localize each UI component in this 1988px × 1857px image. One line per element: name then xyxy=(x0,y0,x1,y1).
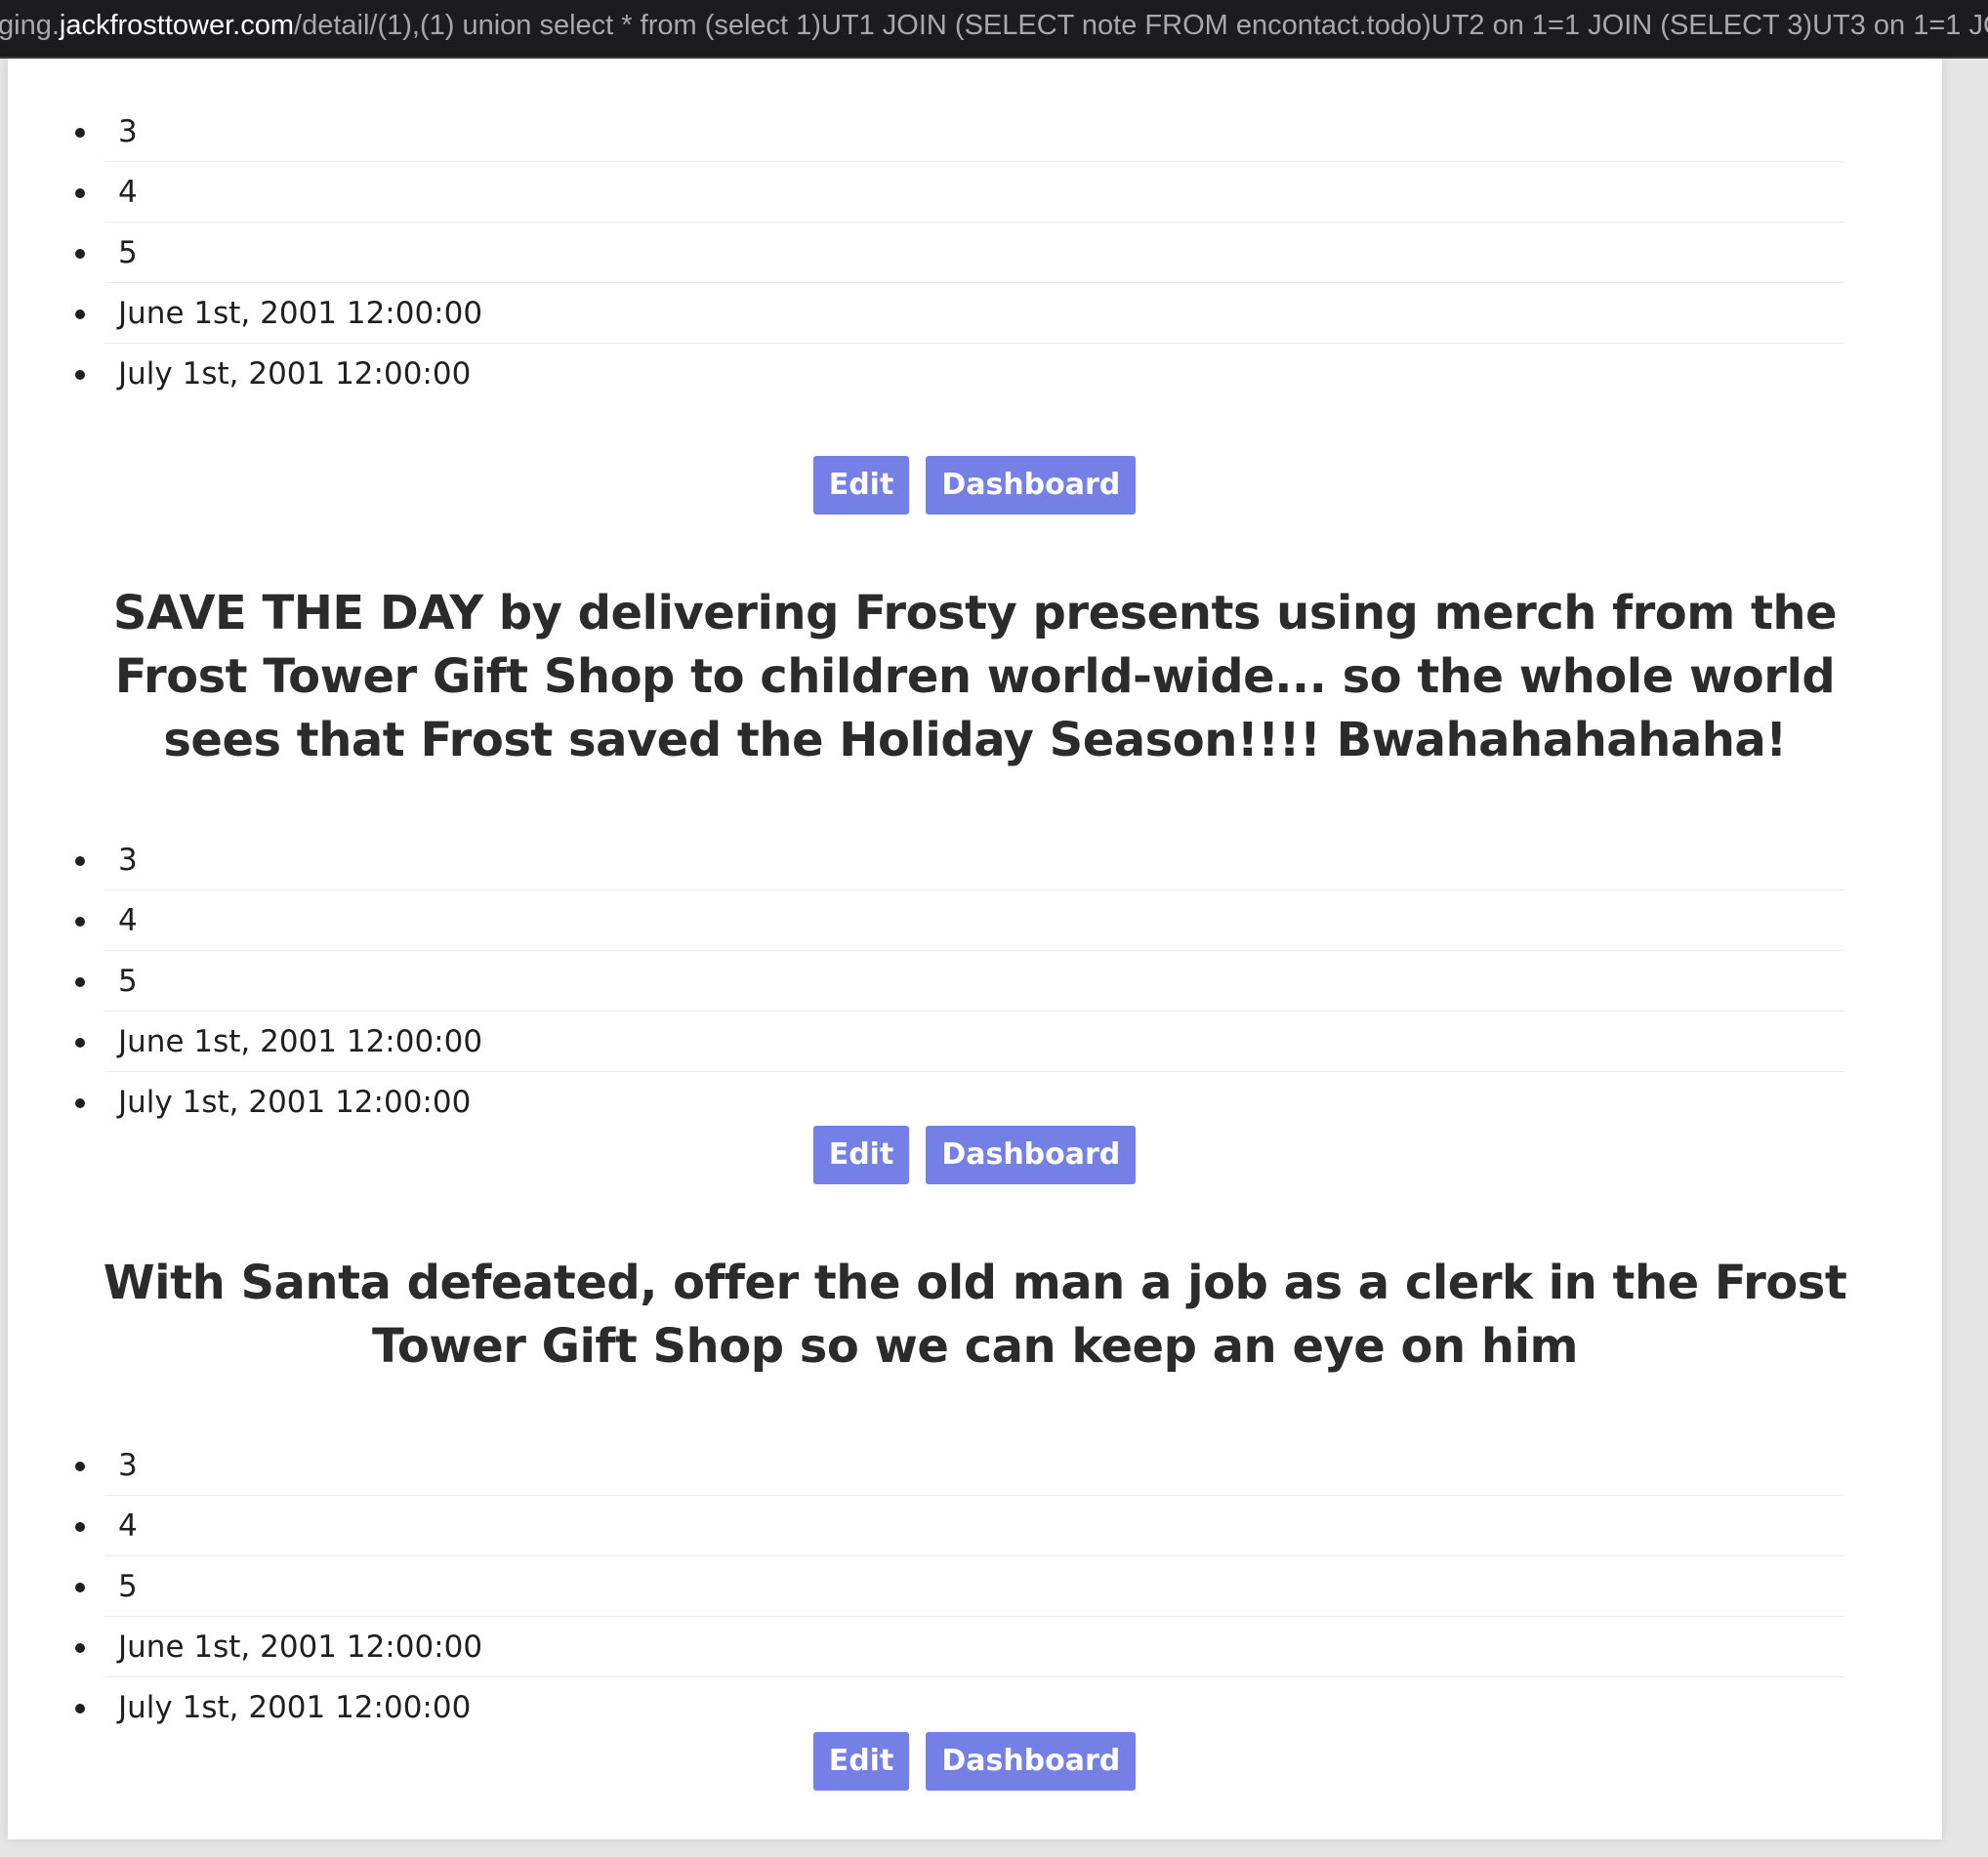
list-item: June 1st, 2001 12:00:00 xyxy=(75,1011,1844,1072)
list-item: 3 xyxy=(75,1435,1844,1496)
address-bar[interactable]: ging.jackfrosttower.com/detail/(1),(1) u… xyxy=(0,0,1988,59)
action-buttons: Edit Dashboard xyxy=(8,1126,1942,1184)
edit-button[interactable]: Edit xyxy=(812,456,910,515)
dashboard-button[interactable]: Dashboard xyxy=(926,456,1137,515)
list-item: July 1st, 2001 12:00:00 xyxy=(75,1072,1844,1133)
action-buttons: Edit Dashboard xyxy=(8,1732,1942,1791)
todo-detail-list: 3 4 5 June 1st, 2001 12:00:00 July 1st, … xyxy=(8,1435,1942,1738)
page-content: 3 4 5 June 1st, 2001 12:00:00 July 1st, … xyxy=(8,59,1942,1839)
url-prefix: ging. xyxy=(0,10,60,41)
action-buttons: Edit Dashboard xyxy=(8,456,1942,515)
list-item: 5 xyxy=(75,951,1844,1011)
url-text[interactable]: ging.jackfrosttower.com/detail/(1),(1) u… xyxy=(0,8,1988,43)
list-item: 5 xyxy=(75,223,1844,283)
list-item: June 1st, 2001 12:00:00 xyxy=(75,283,1844,344)
list-item: 4 xyxy=(75,890,1844,951)
list-item: July 1st, 2001 12:00:00 xyxy=(75,1677,1844,1738)
list-item: 4 xyxy=(75,1496,1844,1556)
todo-heading: With Santa defeated, offer the old man a… xyxy=(103,1256,1847,1374)
url-host: jackfrosttower.com xyxy=(59,10,295,41)
list-item: July 1st, 2001 12:00:00 xyxy=(75,344,1844,404)
list-item: 3 xyxy=(75,102,1844,162)
list-item: 5 xyxy=(75,1556,1844,1617)
dashboard-button[interactable]: Dashboard xyxy=(926,1732,1137,1791)
todo-detail-list: 3 4 5 June 1st, 2001 12:00:00 July 1st, … xyxy=(8,830,1942,1133)
list-item: 3 xyxy=(75,830,1844,890)
edit-button[interactable]: Edit xyxy=(812,1732,910,1791)
list-item: June 1st, 2001 12:00:00 xyxy=(75,1617,1844,1677)
edit-button[interactable]: Edit xyxy=(812,1126,910,1184)
todo-heading: SAVE THE DAY by delivering Frosty presen… xyxy=(112,586,1838,767)
list-item: 4 xyxy=(75,162,1844,223)
url-path: /detail/(1),(1) union select * from (sel… xyxy=(294,10,1988,41)
dashboard-button[interactable]: Dashboard xyxy=(926,1126,1137,1184)
todo-detail-list: 3 4 5 June 1st, 2001 12:00:00 July 1st, … xyxy=(8,102,1942,404)
